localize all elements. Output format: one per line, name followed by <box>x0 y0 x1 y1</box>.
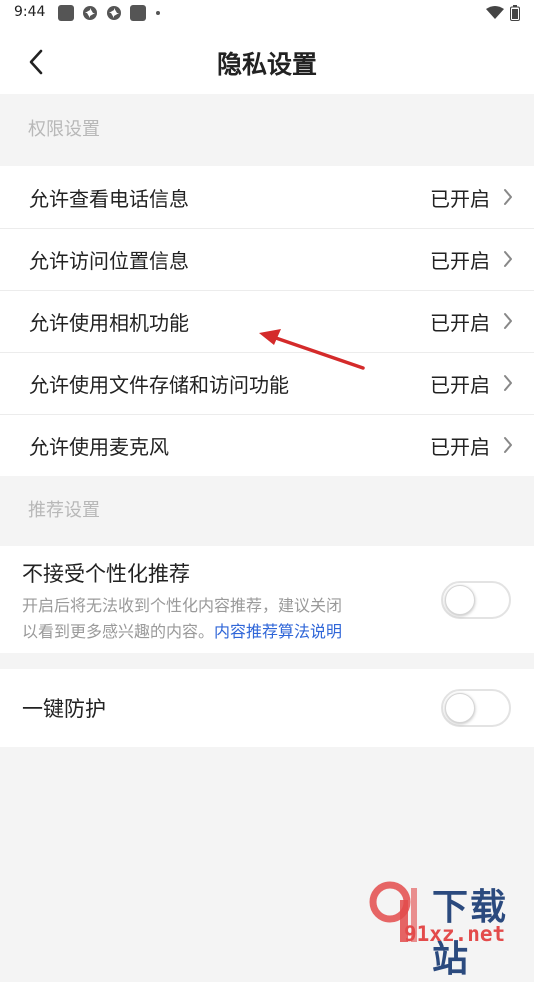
permission-status: 已开启 <box>430 372 490 397</box>
personalized-recommend-card: 不接受个性化推荐 开启后将无法收到个性化内容推荐，建议关闭 以看到更多感兴趣的内… <box>0 546 534 653</box>
section-header-recommend: 推荐设置 <box>28 500 100 521</box>
personalized-recommend-toggle[interactable] <box>441 581 511 619</box>
notification-icons <box>58 5 160 21</box>
section-gap <box>0 653 534 669</box>
chevron-right-icon <box>504 189 512 205</box>
one-key-protection-toggle[interactable] <box>441 689 511 727</box>
pinwheel-icon <box>83 6 97 20</box>
watermark-url: 91xz.net <box>404 922 506 946</box>
permission-item-location[interactable]: 允许访问位置信息 已开启 <box>0 228 534 290</box>
more-notifications-dot <box>156 11 160 15</box>
section-header-permissions: 权限设置 <box>28 119 100 140</box>
annotation-arrow-icon <box>259 329 365 370</box>
permission-label: 允许使用麦克风 <box>29 434 169 459</box>
permission-item-phone[interactable]: 允许查看电话信息 已开启 <box>0 166 534 228</box>
permission-item-microphone[interactable]: 允许使用麦克风 已开启 <box>0 414 534 476</box>
permission-label: 允许查看电话信息 <box>29 186 189 211</box>
chevron-right-icon <box>504 437 512 453</box>
permission-status: 已开启 <box>430 310 490 335</box>
system-icons <box>486 5 520 21</box>
toggle-knob <box>445 585 475 615</box>
toggle-knob <box>445 693 475 723</box>
permission-status: 已开启 <box>430 248 490 273</box>
permission-label: 允许访问位置信息 <box>29 248 189 273</box>
one-key-protection-title: 一键防护 <box>22 697 106 721</box>
chevron-right-icon <box>504 375 512 391</box>
personalized-recommend-desc: 开启后将无法收到个性化内容推荐，建议关闭 以看到更多感兴趣的内容。内容推荐算法说… <box>22 593 412 645</box>
desc-line-1: 开启后将无法收到个性化内容推荐，建议关闭 <box>22 596 343 615</box>
app-notification-icon <box>58 5 74 21</box>
permission-status: 已开启 <box>430 186 490 211</box>
permission-status: 已开启 <box>430 434 490 459</box>
battery-icon <box>510 5 520 21</box>
algorithm-explanation-link[interactable]: 内容推荐算法说明 <box>214 622 342 641</box>
personalized-recommend-title: 不接受个性化推荐 <box>22 562 190 586</box>
permissions-list: 允许查看电话信息 已开启 允许访问位置信息 已开启 允许使用相机功能 已开启 允… <box>0 166 534 476</box>
desc-line-2: 以看到更多感兴趣的内容。 <box>22 622 215 641</box>
chevron-right-icon <box>504 251 512 267</box>
watermark: 下载站 91xz.net <box>364 878 534 980</box>
wifi-icon <box>486 6 504 19</box>
chevron-right-icon <box>504 313 512 329</box>
status-time: 9:44 <box>14 4 46 20</box>
pinwheel-icon <box>107 6 121 20</box>
one-key-protection-card: 一键防护 <box>0 669 534 747</box>
app-notification-icon <box>130 5 146 21</box>
page-title: 隐私设置 <box>216 50 317 79</box>
status-bar: 9:44 <box>0 0 534 28</box>
navigation-bar: 隐私设置 <box>0 28 534 94</box>
